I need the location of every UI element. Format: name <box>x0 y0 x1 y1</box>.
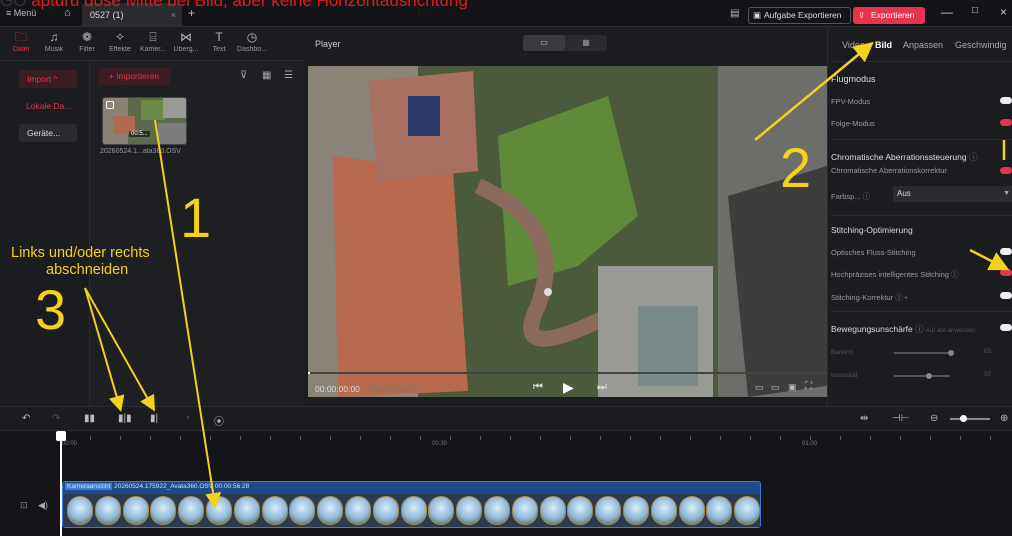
annotation-arrows <box>84 41 1010 509</box>
arrow-2 <box>754 41 874 141</box>
annotation-3-note-line1: Links und/oder rechts <box>11 245 150 261</box>
arrow-2c <box>969 248 1010 271</box>
annotation-1: 1 <box>180 186 212 249</box>
annotation-3: 3 <box>35 278 67 341</box>
arrow-1 <box>154 119 222 509</box>
arrow-3a <box>84 287 125 412</box>
annotation-3-note-line2: abschneiden <box>46 262 129 278</box>
annotation-2: 2 <box>780 136 812 199</box>
arrow-3b <box>84 287 155 412</box>
